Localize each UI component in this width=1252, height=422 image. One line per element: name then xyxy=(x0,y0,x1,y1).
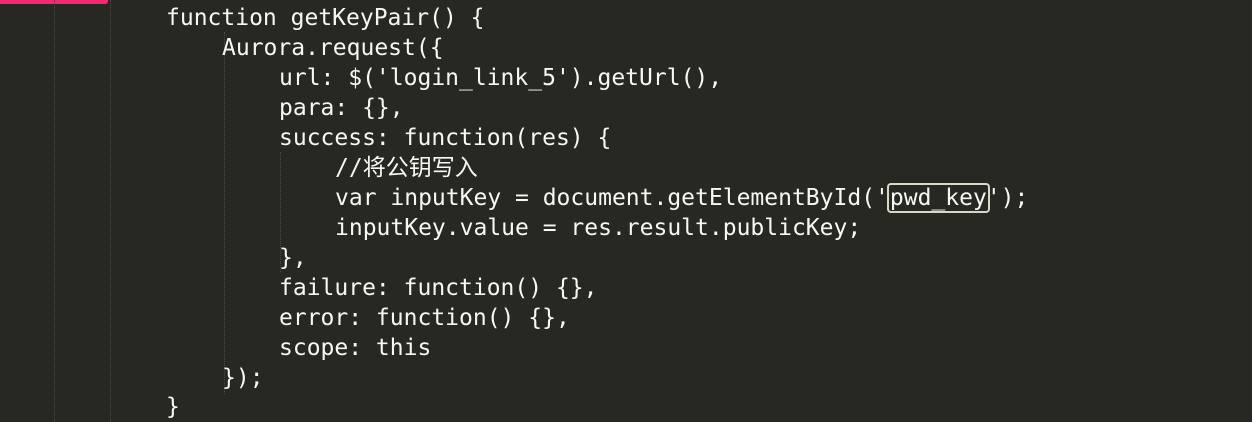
code-comment: //将公钥写入 xyxy=(335,155,478,181)
code-line[interactable]: success: function(res) { xyxy=(279,123,611,153)
code-line[interactable]: function getKeyPair() { xyxy=(166,3,485,33)
code-text: error: function() {}, xyxy=(279,305,570,331)
code-text: '); xyxy=(986,185,1029,211)
code-line[interactable]: } xyxy=(166,392,180,422)
code-text: } xyxy=(166,394,180,420)
code-text: para: {}, xyxy=(279,95,404,121)
code-text: scope: this xyxy=(279,335,432,361)
code-text: success: function(res) { xyxy=(279,125,612,151)
code-text: function getKeyPair() { xyxy=(166,5,485,31)
code-text: url: $('login_link_5').getUrl(), xyxy=(279,65,723,91)
code-line[interactable]: var inputKey = document.getElementById('… xyxy=(335,183,1028,213)
find-match-highlight[interactable]: pwd_key xyxy=(886,183,990,213)
code-line[interactable]: }, xyxy=(279,243,307,273)
code-line[interactable]: inputKey.value = res.result.publicKey; xyxy=(335,213,861,243)
code-line[interactable]: url: $('login_link_5').getUrl(), xyxy=(279,63,722,93)
code-editor[interactable]: function getKeyPair() { Aurora.request({… xyxy=(0,0,1252,422)
code-text: Aurora.request({ xyxy=(222,35,444,61)
code-text: }); xyxy=(222,365,264,391)
code-line[interactable]: Aurora.request({ xyxy=(222,33,444,63)
code-line[interactable]: error: function() {}, xyxy=(279,303,570,333)
code-comment-line[interactable]: //将公钥写入 xyxy=(335,153,478,183)
code-line[interactable]: failure: function() {}, xyxy=(279,273,598,303)
code-text: }, xyxy=(279,245,307,271)
code-line[interactable]: }); xyxy=(222,363,264,393)
code-text: inputKey.value = res.result.publicKey; xyxy=(335,215,862,241)
code-line[interactable]: scope: this xyxy=(279,333,431,363)
code-line[interactable]: para: {}, xyxy=(279,93,404,123)
code-text: failure: function() {}, xyxy=(279,275,598,301)
code-text: var inputKey = document.getElementById(' xyxy=(335,185,889,211)
